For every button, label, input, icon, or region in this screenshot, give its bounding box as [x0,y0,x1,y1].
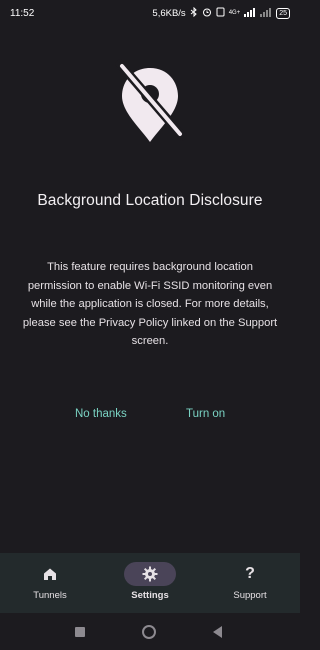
location-off-icon [110,58,190,148]
home-button[interactable] [140,623,158,641]
bottom-nav: Tunnels Settings ? Support [0,553,300,613]
bluetooth-icon [190,6,198,19]
back-button[interactable] [209,623,227,641]
dialog-body: This feature requires background locatio… [22,261,278,347]
signal-weak-icon [260,7,272,19]
nav-label-settings: Settings [131,590,169,601]
gear-icon [124,562,176,586]
system-nav [0,613,300,650]
battery-icon: 25 [276,7,290,19]
signal-icon [244,7,256,19]
battery-level: 25 [279,9,287,17]
dialog-actions: No thanks Turn on [0,402,300,426]
turn-on-button[interactable]: Turn on [186,402,225,426]
no-thanks-button[interactable]: No thanks [75,402,127,426]
status-time: 11:52 [10,7,35,19]
status-icons: 5,6KB/s 4G+ 25 [152,6,290,19]
nav-item-support[interactable]: ? Support [200,553,300,613]
network-type-label: 4G+ [228,10,241,16]
net-speed: 5,6KB/s [152,7,186,19]
recents-button[interactable] [71,623,89,641]
nav-item-tunnels[interactable]: Tunnels [0,553,100,613]
vibrate-icon [216,7,225,19]
question-mark-icon: ? [245,565,255,582]
nav-label-tunnels: Tunnels [33,590,67,601]
nav-item-settings[interactable]: Settings [100,553,200,613]
dialog-title: Background Location Disclosure [37,192,263,209]
status-bar: 11:52 5,6KB/s 4G+ 25 [0,0,300,26]
home-icon [24,562,76,586]
nav-label-support: Support [233,590,267,601]
alarm-icon [202,7,212,19]
